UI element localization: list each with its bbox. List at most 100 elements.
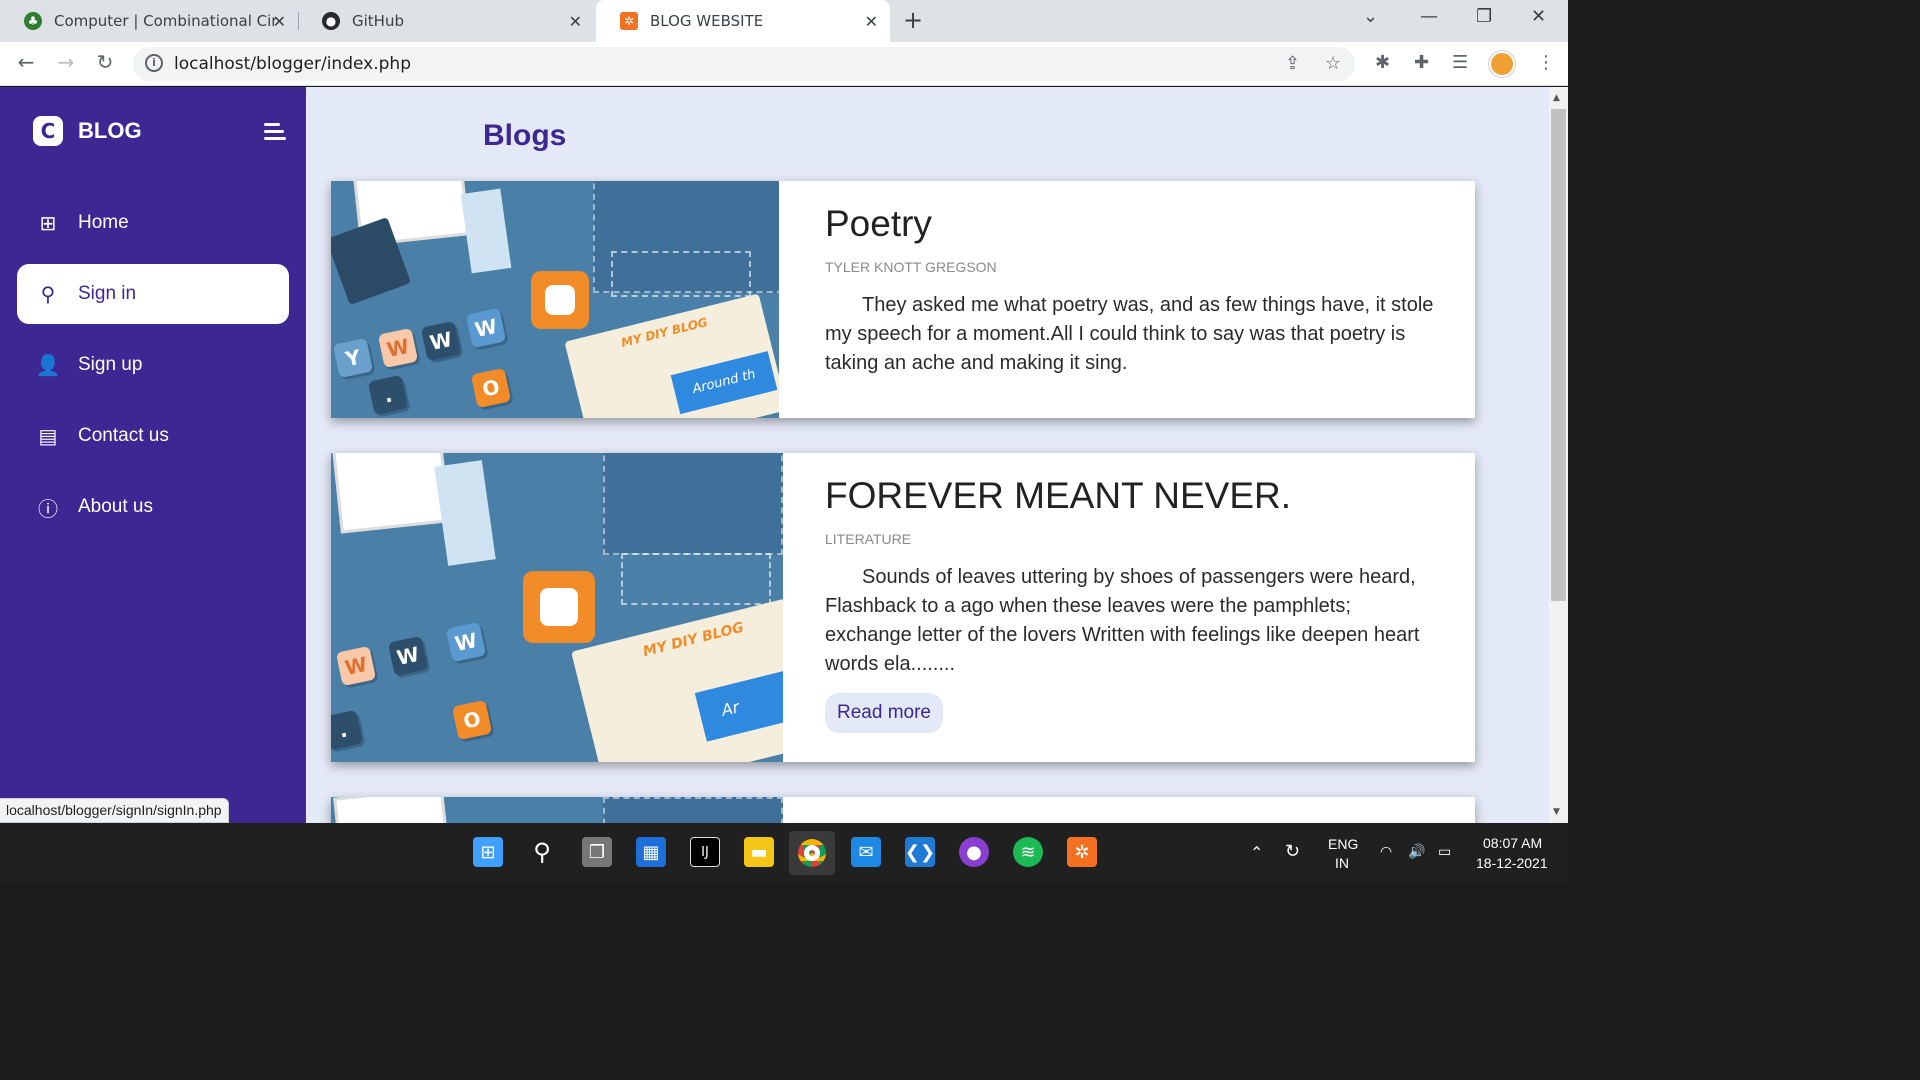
user-plus-icon: 👤 — [35, 354, 61, 377]
restore-button[interactable]: ❐ — [1476, 6, 1492, 27]
info-icon[interactable]: i — [145, 54, 163, 72]
address-bar[interactable]: i localhost/blogger/index.php ⇪ ☆ — [133, 47, 1355, 81]
tile-letter: W — [377, 327, 419, 369]
bookmark-star-icon[interactable]: ☆ — [1325, 53, 1341, 74]
github-desktop-icon[interactable]: ● — [959, 837, 989, 867]
battery-icon[interactable]: ▭ — [1438, 843, 1451, 860]
mail-icon[interactable]: ✉ — [851, 837, 881, 867]
chrome-icon[interactable] — [789, 831, 835, 875]
blog-title: FOREVER MEANT NEVER. — [825, 475, 1292, 516]
xampp-favicon-icon: ✲ — [620, 12, 638, 30]
sidebar-item-label: Sign in — [78, 283, 137, 304]
windows-taskbar: ⊞ ⚲ ❐ ▦ IJ ▬ ✉ ❮❯ ● ≋ ✲ ⌃ ↻ ENG IN ◠ 🔊 ▭… — [0, 823, 1568, 882]
show-hidden-icons-button[interactable]: ⌃ — [1250, 843, 1263, 863]
forward-button[interactable]: → — [52, 50, 80, 74]
widgets-icon[interactable]: ▦ — [636, 837, 666, 867]
id-card-icon: ▤ — [38, 425, 58, 448]
scrollbar-thumb[interactable] — [1551, 109, 1566, 601]
wifi-icon[interactable]: ◠ — [1380, 843, 1392, 860]
document-sheet — [460, 188, 512, 274]
reload-button[interactable]: ↻ — [91, 50, 119, 74]
xampp-icon[interactable]: ✲ — [1067, 837, 1097, 867]
blog-card: W W W Y O . MY DIY BLOG Around th Poetry… — [331, 181, 1475, 418]
diy-blog-card: MY DIY BLOG Ar — [571, 598, 783, 762]
tile-letter: W — [387, 635, 429, 677]
task-view-icon[interactable]: ❐ — [582, 837, 612, 867]
volume-icon[interactable]: 🔊 — [1408, 843, 1425, 860]
document-sheet — [434, 460, 496, 566]
close-icon[interactable]: ✕ — [273, 12, 286, 31]
media-queue-icon[interactable]: ☰ — [1452, 52, 1468, 73]
blog-excerpt: Sounds of leaves uttering by shoes of pa… — [825, 566, 1420, 675]
menu-toggle-button[interactable] — [264, 123, 286, 144]
page-title: Blogs — [483, 119, 567, 152]
blogger-mark — [545, 285, 575, 315]
url-text[interactable]: localhost/blogger/index.php — [174, 54, 411, 74]
world-map — [603, 797, 783, 823]
close-icon[interactable]: ✕ — [865, 12, 878, 31]
tile-letter: O — [470, 367, 512, 409]
github-favicon-icon: ● — [322, 12, 340, 30]
clock-date[interactable]: 18-12-2021 — [1476, 855, 1548, 871]
extensions-puzzle-icon[interactable]: ✚ — [1414, 52, 1429, 73]
tile-letter: O — [451, 699, 493, 741]
world-map — [603, 453, 783, 555]
back-button[interactable]: ← — [12, 50, 40, 74]
browser-toolbar: ← → ↻ i localhost/blogger/index.php ⇪ ☆ … — [0, 42, 1568, 86]
blogger-logo-icon — [523, 571, 595, 643]
new-tab-button[interactable]: + — [903, 6, 923, 34]
tab-github[interactable]: ● GitHub ✕ — [298, 0, 594, 42]
kebab-menu-icon[interactable]: ⋮ — [1537, 52, 1555, 73]
sidebar-item-home[interactable]: ⊞ Home — [17, 193, 289, 253]
tab-computer[interactable]: ♣ Computer | Combinational Circuit ✕ — [0, 0, 298, 42]
sync-icon[interactable]: ↻ — [1285, 841, 1300, 862]
read-more-button[interactable]: Read more — [825, 693, 943, 733]
sidebar-item-contact-us[interactable]: ▤ Contact us — [17, 406, 289, 466]
diy-blog-text: MY DIY BLOG — [619, 315, 710, 351]
profile-avatar[interactable] — [1489, 51, 1515, 77]
blogger-mark — [540, 588, 578, 626]
search-icon[interactable]: ⚲ — [527, 837, 557, 867]
diy-blog-text: MY DIY BLOG — [641, 619, 746, 661]
spotify-icon[interactable]: ≋ — [1013, 837, 1043, 867]
share-icon[interactable]: ⇪ — [1285, 53, 1300, 74]
scroll-down-arrow-icon[interactable]: ▼ — [1553, 807, 1560, 817]
blog-card: W W W O . MY DIY BLOG Ar FOREVER MEANT N… — [331, 453, 1475, 762]
brand: C BLOG — [33, 116, 142, 146]
sidebar-item-sign-up[interactable]: 👤 Sign up — [17, 335, 289, 395]
sidebar-item-label: Sign up — [78, 354, 143, 375]
tab-search-icon[interactable]: ⌄ — [1363, 6, 1378, 27]
file-explorer-icon[interactable]: ▬ — [744, 837, 774, 867]
menu-line — [264, 130, 284, 133]
sidebar-item-sign-in[interactable]: ⚲ Sign in — [17, 264, 289, 324]
chrome-logo — [798, 839, 826, 867]
vscode-icon[interactable]: ❮❯ — [905, 837, 935, 867]
page-scrollbar[interactable]: ▲ ▼ — [1549, 87, 1568, 823]
chart-box — [621, 553, 771, 605]
tab-title: GitHub — [352, 12, 404, 30]
blog-card — [331, 797, 1475, 823]
scroll-up-arrow-icon[interactable]: ▲ — [1553, 93, 1560, 103]
start-button[interactable]: ⊞ — [473, 837, 503, 867]
menu-line — [264, 123, 280, 126]
sidebar-item-about-us[interactable]: ⓘ About us — [17, 477, 289, 537]
close-icon[interactable]: ✕ — [569, 12, 582, 31]
close-window-button[interactable]: ✕ — [1531, 6, 1546, 27]
minimize-button[interactable]: — — [1420, 6, 1438, 27]
bug-extension-icon[interactable]: ✱ — [1375, 52, 1390, 73]
tab-title: BLOG WEBSITE — [650, 12, 764, 30]
tile-dark: . — [367, 374, 409, 416]
photo-frame — [333, 797, 449, 823]
sidebar-item-label: About us — [78, 496, 153, 517]
blog-author: LITERATURE — [825, 531, 912, 547]
tile-letter: W — [445, 621, 487, 663]
tab-blog-website[interactable]: ✲ BLOG WEBSITE ✕ — [596, 0, 890, 42]
language-top[interactable]: ENG — [1328, 836, 1358, 852]
clock-time[interactable]: 08:07 AM — [1483, 835, 1542, 851]
grid-icon: ⊞ — [39, 212, 57, 235]
language-bottom[interactable]: IN — [1335, 855, 1349, 871]
tree-favicon-icon: ♣ — [24, 12, 42, 30]
sidebar-item-label: Contact us — [78, 425, 169, 446]
blog-thumbnail: W W W O . MY DIY BLOG Ar — [331, 453, 783, 762]
intellij-icon[interactable]: IJ — [690, 837, 720, 867]
